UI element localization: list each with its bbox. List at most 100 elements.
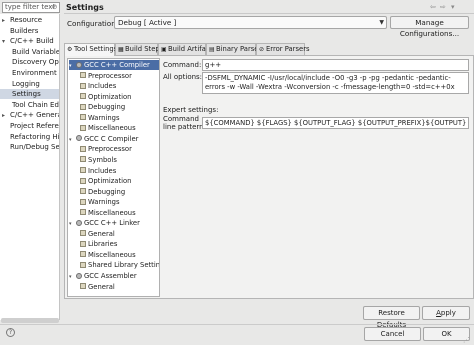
all-options-field[interactable]: -DSFML_DYNAMIC -I/usr/local/include -O0 … <box>202 72 469 94</box>
nav-item[interactable]: ▾ C/C++ Build <box>0 36 59 47</box>
tool-node[interactable]: ▾ GCC C Compiler <box>69 134 159 144</box>
manage-configurations-button[interactable]: Manage Configurations... <box>390 16 469 38</box>
tree-item-label: Includes <box>88 82 117 91</box>
tab[interactable]: ▣Build Artifact <box>158 43 212 55</box>
command-label: Command: <box>163 61 202 69</box>
header-divider <box>64 13 474 14</box>
option-page-icon <box>80 283 86 290</box>
tool-option-node[interactable]: Miscellaneous <box>80 208 159 218</box>
tree-item-label: Shared Library Settings <box>88 261 160 270</box>
nav-item[interactable]: Environment <box>0 68 59 78</box>
tree-item-label: Preprocessor <box>88 71 132 80</box>
tool-option-node[interactable]: Miscellaneous <box>80 123 159 133</box>
tool-gear-icon <box>76 61 82 68</box>
tree-item-label: General <box>88 282 115 291</box>
nav-item[interactable]: Build Variables <box>0 47 60 57</box>
tool-node[interactable]: ▾ GCC C++ Compiler <box>69 60 159 70</box>
tool-option-node[interactable]: Libraries <box>80 239 159 249</box>
nav-item[interactable]: Logging <box>0 79 59 89</box>
tool-option-node[interactable]: Symbols <box>80 155 159 165</box>
command-line-pattern-label-2: line pattern: <box>163 123 206 131</box>
tool-option-node[interactable]: Preprocessor <box>80 144 159 154</box>
option-page-icon <box>80 156 86 163</box>
view-menu-icon[interactable]: ▾ <box>451 3 455 11</box>
option-page-icon <box>80 261 86 268</box>
cancel-button[interactable]: Cancel <box>364 327 421 341</box>
tab[interactable]: ▦Build Steps <box>115 43 163 55</box>
tool-option-node[interactable]: Optimization <box>80 176 159 186</box>
restore-prefix: Restore <box>378 309 405 317</box>
option-page-icon <box>80 82 86 89</box>
tree-item-label: Miscellaneous <box>88 208 136 217</box>
nav-item-label: Project References <box>10 122 59 130</box>
chevron-down-icon[interactable]: ▾ <box>69 135 76 145</box>
tool-settings-icon: ⚙ <box>67 46 73 53</box>
clear-icon[interactable]: ⊘ <box>50 3 59 12</box>
nav-item-label: Build Variables <box>12 47 60 56</box>
tool-option-node[interactable]: Includes <box>80 166 159 176</box>
chevron-down-icon[interactable]: ▾ <box>69 61 76 71</box>
command-line-pattern-input[interactable]: ${COMMAND} ${FLAGS} ${OUTPUT_FLAG} ${OUT… <box>202 117 469 129</box>
option-page-icon <box>80 72 86 79</box>
tree-item-label: Debugging <box>88 187 126 196</box>
nav-item-label: C/C++ Build <box>10 37 54 46</box>
tool-node[interactable]: ▾ GCC C++ Linker <box>69 218 159 228</box>
nav-item[interactable]: ▸ C/C++ General <box>0 110 59 121</box>
nav-item[interactable]: Refactoring History <box>0 132 59 142</box>
resize-grip-icon[interactable]: ⋰ <box>463 336 470 344</box>
tool-option-node[interactable]: General <box>80 282 159 292</box>
tool-option-node[interactable]: Optimization <box>80 92 159 102</box>
nav-item[interactable]: Run/Debug Settings <box>0 142 59 152</box>
option-page-icon <box>80 240 86 247</box>
tab[interactable]: ⊘ Error Parsers <box>256 43 310 55</box>
back-arrow-icon[interactable]: ⇦ <box>430 3 436 11</box>
tab[interactable]: ⚙ Tool Settings <box>64 43 117 56</box>
nav-item[interactable]: Settings <box>0 89 59 100</box>
expander-icon[interactable]: ▸ <box>2 16 10 26</box>
option-page-icon <box>80 167 86 173</box>
tool-option-node[interactable]: Miscellaneous <box>80 250 159 260</box>
nav-item[interactable]: Discovery Options <box>0 57 59 67</box>
tree-item-label: Libraries <box>88 240 118 249</box>
horizontal-scrollbar[interactable] <box>1 318 59 323</box>
configuration-select[interactable]: Debug [ Active ] ▼ <box>114 16 387 29</box>
restore-defaults-button[interactable]: Restore Defaults <box>363 306 420 329</box>
tree-item-label: Miscellaneous <box>88 124 136 133</box>
chevron-down-icon[interactable]: ▾ <box>69 272 76 282</box>
tool-option-node[interactable]: Preprocessor <box>80 71 159 81</box>
chevron-down-icon[interactable]: ▾ <box>69 219 76 229</box>
nav-item[interactable]: Project References <box>0 121 59 131</box>
tool-option-node[interactable]: General <box>80 229 159 239</box>
option-page-icon <box>80 251 86 258</box>
tree-item-label: Warnings <box>88 113 120 122</box>
tool-option-node[interactable]: Includes <box>80 81 159 91</box>
apply-button[interactable]: Apply <box>422 306 470 320</box>
nav-item[interactable]: Tool Chain Editor <box>0 100 60 110</box>
expander-icon[interactable]: ▾ <box>2 37 10 47</box>
help-icon[interactable]: ? <box>6 328 15 337</box>
tool-gear-icon <box>76 219 82 226</box>
tab[interactable]: ▤Binary Parsers <box>206 43 265 55</box>
preferences-nav-tree: ▸ Resource Builders ▾ C/C++ Build Build Varia… <box>0 14 60 320</box>
tree-item-label: Preprocessor <box>88 145 132 154</box>
tree-item-label: Optimization <box>88 92 132 101</box>
nav-item[interactable]: ▸ Resource <box>0 15 59 26</box>
apply-suffix: pply <box>440 309 456 317</box>
tool-option-node[interactable]: Warnings <box>80 197 159 207</box>
tool-option-node[interactable]: Debugging <box>80 187 159 197</box>
tool-gear-icon <box>76 135 82 142</box>
nav-item[interactable]: Builders <box>0 26 59 36</box>
tree-item-label: GCC C++ Compiler <box>84 61 150 69</box>
tool-option-node[interactable]: Warnings <box>80 113 159 123</box>
nav-item-label: Logging <box>12 79 40 88</box>
option-page-icon <box>80 209 86 216</box>
tool-node[interactable]: ▾ GCC Assembler <box>69 271 159 281</box>
tool-gear-icon <box>76 272 82 279</box>
expander-icon[interactable]: ▸ <box>2 111 10 121</box>
forward-arrow-icon[interactable]: ⇨ <box>440 3 446 11</box>
tool-option-node[interactable]: Debugging <box>80 102 159 112</box>
tool-option-node[interactable]: Shared Library Settings <box>80 260 159 270</box>
nav-item-label: Tool Chain Editor <box>12 100 60 109</box>
command-input[interactable]: g++ <box>202 59 469 71</box>
build-artifact-icon: ▣ <box>161 46 167 53</box>
